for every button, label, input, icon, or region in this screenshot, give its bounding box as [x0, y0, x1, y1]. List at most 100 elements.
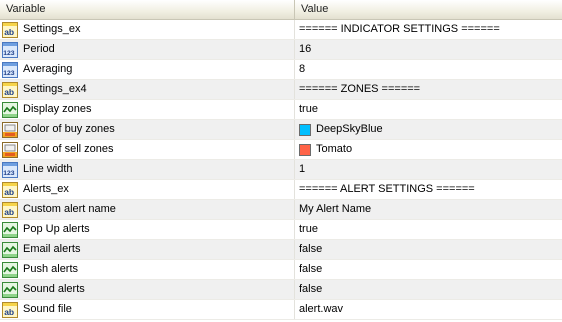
- inputs-grid: Variable Value ab Settings_ex ====== INDIC…: [0, 0, 562, 322]
- table-row[interactable]: Push alerts false: [0, 260, 562, 280]
- value-cell[interactable]: 1: [295, 160, 562, 179]
- variable-cell[interactable]: 123 Line width: [0, 160, 295, 179]
- boolean-icon: [2, 261, 18, 278]
- variable-cell[interactable]: Pop Up alerts: [0, 220, 295, 239]
- variable-cell[interactable]: Color of buy zones: [0, 120, 295, 139]
- boolean-icon: [2, 221, 18, 238]
- string-icon: ab: [2, 301, 18, 318]
- boolean-icon: [2, 281, 18, 298]
- value-text: ====== ALERT SETTINGS ======: [299, 183, 475, 195]
- value-text: My Alert Name: [299, 203, 372, 215]
- value-cell[interactable]: true: [295, 220, 562, 239]
- string-icon: ab: [2, 81, 18, 98]
- table-row[interactable]: ab Custom alert name My Alert Name: [0, 200, 562, 220]
- variable-cell[interactable]: Email alerts: [0, 240, 295, 259]
- boolean-icon: [2, 241, 18, 258]
- svg-text:ab: ab: [4, 87, 14, 97]
- color-swatch[interactable]: [299, 123, 311, 136]
- value-text: Tomato: [316, 143, 353, 155]
- value-text: 8: [299, 63, 306, 75]
- variable-name: Push alerts: [23, 263, 79, 275]
- value-cell[interactable]: DeepSkyBlue: [295, 120, 562, 139]
- variable-cell[interactable]: Sound alerts: [0, 280, 295, 299]
- value-cell[interactable]: 8: [295, 60, 562, 79]
- value-text: true: [299, 103, 318, 115]
- variable-name: Line width: [23, 163, 73, 175]
- grid-rows: ab Settings_ex ====== INDICATOR SETTINGS =…: [0, 20, 562, 320]
- column-header-variable[interactable]: Variable: [0, 0, 295, 19]
- value-text: alert.wav: [299, 303, 344, 315]
- integer-icon: 123: [2, 61, 18, 78]
- svg-text:ab: ab: [4, 207, 14, 217]
- svg-text:ab: ab: [4, 187, 14, 197]
- grid-header: Variable Value: [0, 0, 562, 20]
- value-cell[interactable]: ====== ALERT SETTINGS ======: [295, 180, 562, 199]
- integer-icon: 123: [2, 41, 18, 58]
- color-icon: [2, 141, 18, 158]
- table-row[interactable]: Color of sell zones Tomato: [0, 140, 562, 160]
- table-row[interactable]: 123 Period 16: [0, 40, 562, 60]
- variable-name: Custom alert name: [23, 203, 116, 215]
- value-cell[interactable]: ====== INDICATOR SETTINGS ======: [295, 20, 562, 39]
- svg-text:ab: ab: [4, 27, 14, 37]
- color-icon: [2, 121, 18, 138]
- variable-cell[interactable]: Push alerts: [0, 260, 295, 279]
- value-cell[interactable]: true: [295, 100, 562, 119]
- variable-cell[interactable]: Color of sell zones: [0, 140, 295, 159]
- value-text: ====== ZONES ======: [299, 83, 421, 95]
- table-row[interactable]: Sound alerts false: [0, 280, 562, 300]
- variable-cell[interactable]: ab Custom alert name: [0, 200, 295, 219]
- value-cell[interactable]: 16: [295, 40, 562, 59]
- variable-name: Display zones: [23, 103, 92, 115]
- svg-text:ab: ab: [4, 307, 14, 317]
- variable-name: Alerts_ex: [23, 183, 69, 195]
- svg-text:123: 123: [3, 70, 15, 77]
- table-row[interactable]: Email alerts false: [0, 240, 562, 260]
- value-cell[interactable]: Tomato: [295, 140, 562, 159]
- value-cell[interactable]: ====== ZONES ======: [295, 80, 562, 99]
- value-text: 1: [299, 163, 306, 175]
- variable-cell[interactable]: ab Settings_ex4: [0, 80, 295, 99]
- variable-cell[interactable]: ab Alerts_ex: [0, 180, 295, 199]
- boolean-icon: [2, 101, 18, 118]
- variable-cell[interactable]: 123 Period: [0, 40, 295, 59]
- variable-name: Email alerts: [23, 243, 81, 255]
- value-cell[interactable]: false: [295, 240, 562, 259]
- value-text: false: [299, 263, 323, 275]
- column-header-value[interactable]: Value: [295, 0, 562, 19]
- value-text: false: [299, 283, 323, 295]
- variable-name: Settings_ex: [23, 23, 81, 35]
- string-icon: ab: [2, 181, 18, 198]
- value-text: 16: [299, 43, 312, 55]
- variable-name: Sound file: [23, 303, 72, 315]
- table-row[interactable]: Color of buy zones DeepSkyBlue: [0, 120, 562, 140]
- variable-name: Averaging: [23, 63, 73, 75]
- variable-name: Settings_ex4: [23, 83, 87, 95]
- color-swatch[interactable]: [299, 143, 311, 156]
- table-row[interactable]: 123 Line width 1: [0, 160, 562, 180]
- table-row[interactable]: ab Settings_ex ====== INDICATOR SETTINGS =…: [0, 20, 562, 40]
- table-row[interactable]: Display zones true: [0, 100, 562, 120]
- variable-cell[interactable]: Display zones: [0, 100, 295, 119]
- table-row[interactable]: Pop Up alerts true: [0, 220, 562, 240]
- table-row[interactable]: ab Sound file alert.wav: [0, 300, 562, 320]
- variable-name: Color of sell zones: [23, 143, 114, 155]
- variable-name: Color of buy zones: [23, 123, 115, 135]
- value-cell[interactable]: false: [295, 260, 562, 279]
- table-row[interactable]: ab Settings_ex4 ====== ZONES ======: [0, 80, 562, 100]
- value-cell[interactable]: alert.wav: [295, 300, 562, 319]
- svg-text:123: 123: [3, 170, 15, 177]
- variable-cell[interactable]: ab Sound file: [0, 300, 295, 319]
- value-cell[interactable]: false: [295, 280, 562, 299]
- variable-name: Period: [23, 43, 55, 55]
- variable-cell[interactable]: ab Settings_ex: [0, 20, 295, 39]
- value-text: false: [299, 243, 323, 255]
- variable-name: Pop Up alerts: [23, 223, 90, 235]
- string-icon: ab: [2, 21, 18, 38]
- value-cell[interactable]: My Alert Name: [295, 200, 562, 219]
- table-row[interactable]: ab Alerts_ex ====== ALERT SETTINGS ======: [0, 180, 562, 200]
- variable-cell[interactable]: 123 Averaging: [0, 60, 295, 79]
- integer-icon: 123: [2, 161, 18, 178]
- table-row[interactable]: 123 Averaging 8: [0, 60, 562, 80]
- svg-text:123: 123: [3, 50, 15, 57]
